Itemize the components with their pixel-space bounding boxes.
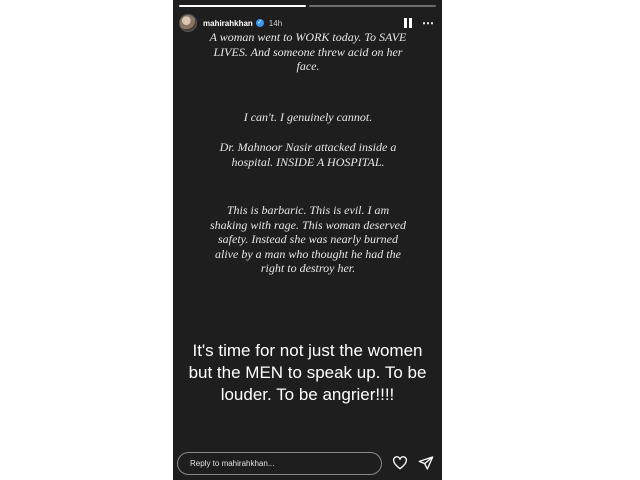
progress-segment [179,5,306,7]
more-options-icon[interactable]: ⋯ [422,17,434,29]
header-actions: ⋯ [404,17,434,29]
username[interactable]: mahirahkhan [203,19,253,28]
story-paragraph: This is barbaric. This is evil. I am sha… [210,203,406,275]
story-paragraph: I can't. I genuinely cannot. [243,110,373,124]
avatar[interactable] [179,14,197,32]
pause-icon[interactable] [404,18,412,28]
story-paragraph: Dr. Mahnoor Nasir attacked inside a hosp… [219,140,397,169]
heart-icon[interactable] [392,455,408,471]
story-statement: It's time for not just the women but the… [188,341,427,404]
post-time: 14h [268,18,283,28]
story-paragraph: A woman went to WORK today. To SAVE LIVE… [209,30,407,73]
reply-input[interactable]: Reply to mahirahkhan... [177,451,382,475]
reply-placeholder: Reply to mahirahkhan... [190,458,275,468]
story-viewer[interactable]: mahirahkhan ✓ 14h ⋯ A woman went to WORK… [173,0,442,480]
verified-badge-icon: ✓ [255,19,264,27]
send-icon[interactable] [418,455,434,471]
story-progress-bar [179,5,436,7]
story-footer: Reply to mahirahkhan... [177,451,434,475]
progress-segment [309,5,436,7]
